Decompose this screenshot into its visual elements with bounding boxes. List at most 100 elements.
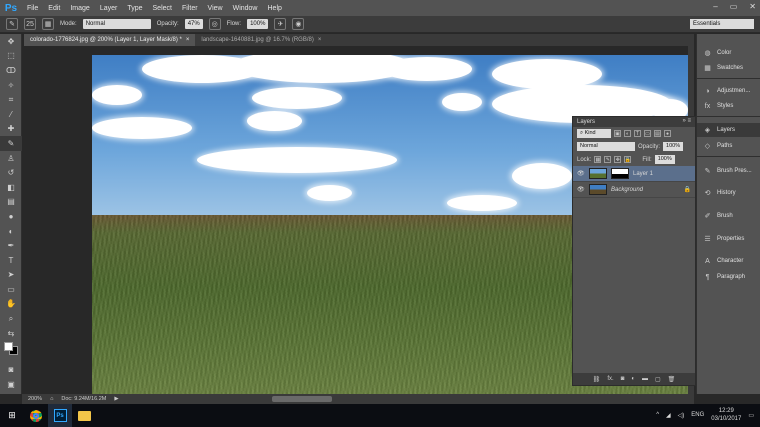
filter-toggle-icon[interactable]: ● bbox=[664, 130, 671, 137]
file-explorer-icon[interactable] bbox=[72, 404, 96, 427]
lock-position-icon[interactable]: ✥ bbox=[614, 156, 622, 163]
dock-layers[interactable]: ◈ Layers bbox=[697, 123, 760, 137]
zoom-level[interactable]: 200% bbox=[28, 396, 42, 402]
chevron-up-icon[interactable]: ^ bbox=[656, 412, 659, 418]
lock-transparent-icon[interactable]: ▦ bbox=[594, 156, 602, 163]
path-select-tool-icon[interactable]: ➤ bbox=[0, 268, 22, 283]
trash-icon[interactable]: 🗑 bbox=[668, 376, 676, 383]
mode-select[interactable]: Normal bbox=[82, 19, 151, 29]
dock-paragraph[interactable]: ¶ Paragraph bbox=[697, 270, 760, 284]
opacity-input[interactable]: 47% bbox=[184, 19, 203, 29]
history-brush-tool-icon[interactable]: ↺ bbox=[0, 165, 22, 180]
lock-all-icon[interactable]: 🔒 bbox=[624, 156, 632, 163]
zoom-tool-icon[interactable]: ⌕ bbox=[0, 311, 22, 326]
workspace-select[interactable]: Essentials bbox=[690, 19, 754, 29]
volume-icon[interactable]: ◁) bbox=[678, 412, 685, 419]
visibility-eye-icon[interactable]: 👁 bbox=[577, 186, 585, 193]
menu-window[interactable]: Window bbox=[228, 5, 263, 12]
crop-tool-icon[interactable]: ⌗ bbox=[0, 92, 22, 107]
pen-tool-icon[interactable]: ✒ bbox=[0, 238, 22, 253]
tab-colorado[interactable]: colorado-1776824.jpg @ 200% (Layer 1, La… bbox=[24, 34, 196, 46]
dock-styles[interactable]: fx Styles bbox=[697, 99, 760, 113]
minimize-button[interactable]: – bbox=[713, 2, 717, 11]
menu-help[interactable]: Help bbox=[263, 5, 287, 12]
lasso-tool-icon[interactable]: ↀ bbox=[0, 63, 22, 78]
lock-image-icon[interactable]: ✎ bbox=[604, 156, 612, 163]
dock-swatches[interactable]: ▦ Swatches bbox=[697, 61, 760, 75]
filter-kind-select[interactable]: ⌕ Kind bbox=[577, 129, 611, 138]
status-arrow-icon[interactable]: ▶ bbox=[114, 396, 118, 402]
filter-type-icon[interactable]: T bbox=[634, 130, 641, 137]
dock-history[interactable]: ⟲ History bbox=[697, 186, 760, 200]
menu-image[interactable]: Image bbox=[65, 5, 94, 12]
dock-brush-presets[interactable]: ✎ Brush Pres... bbox=[697, 164, 760, 178]
menu-layer[interactable]: Layer bbox=[95, 5, 123, 12]
blend-mode-select[interactable]: Normal bbox=[577, 142, 635, 151]
menu-type[interactable]: Type bbox=[122, 5, 147, 12]
dock-adjustments[interactable]: ◑ Adjustmen... bbox=[697, 84, 760, 98]
brush-size-picker[interactable]: 25 bbox=[24, 18, 36, 30]
clone-stamp-tool-icon[interactable]: ♙ bbox=[0, 151, 22, 166]
dock-properties[interactable]: ☰ Properties bbox=[697, 232, 760, 246]
marquee-tool-icon[interactable]: ⬚ bbox=[0, 49, 22, 64]
new-layer-icon[interactable]: ▢ bbox=[655, 376, 661, 383]
filter-shape-icon[interactable]: ▭ bbox=[644, 130, 651, 137]
layers-panel-header[interactable]: Layers » ≡ bbox=[573, 117, 695, 127]
chrome-icon[interactable] bbox=[24, 404, 48, 427]
notifications-icon[interactable]: ▭ bbox=[748, 412, 754, 419]
brush-tool-preset-icon[interactable]: ✎ bbox=[6, 18, 18, 30]
folder-icon[interactable]: ▬ bbox=[642, 376, 648, 382]
windows-start-icon[interactable]: ⊞ bbox=[0, 404, 24, 427]
brush-tool-icon[interactable]: ✎ bbox=[0, 136, 22, 151]
filter-smart-object-icon[interactable]: ▤ bbox=[654, 130, 661, 137]
pressure-opacity-icon[interactable]: ◎ bbox=[208, 18, 221, 30]
adjustment-icon[interactable]: ◐ bbox=[631, 376, 635, 382]
photoshop-taskbar-icon[interactable]: Ps bbox=[48, 404, 72, 427]
close-button[interactable]: ✕ bbox=[749, 2, 756, 11]
flow-input[interactable]: 100% bbox=[247, 19, 269, 29]
export-icon[interactable]: ⌂ bbox=[50, 396, 53, 402]
dock-character[interactable]: A Character bbox=[697, 254, 760, 268]
type-tool-icon[interactable]: T bbox=[0, 253, 22, 268]
dock-paths[interactable]: ◇ Paths bbox=[697, 139, 760, 153]
maximize-button[interactable]: ▭ bbox=[730, 2, 738, 11]
horizontal-scrollbar-thumb[interactable] bbox=[272, 396, 332, 402]
color-swatches[interactable] bbox=[0, 340, 22, 362]
eyedropper-tool-icon[interactable]: ⁄ bbox=[0, 107, 22, 122]
layer-mask-thumbnail[interactable] bbox=[611, 168, 629, 179]
menu-view[interactable]: View bbox=[203, 5, 228, 12]
layer-row-background[interactable]: 👁 Background 🔒 bbox=[573, 182, 695, 198]
mask-icon[interactable]: ◙ bbox=[621, 376, 625, 382]
menu-filter[interactable]: Filter bbox=[177, 5, 203, 12]
layer-fill-input[interactable]: 100% bbox=[654, 155, 675, 164]
menu-select[interactable]: Select bbox=[148, 5, 177, 12]
close-icon[interactable]: × bbox=[186, 37, 190, 43]
screen-mode-icon[interactable]: ▣ bbox=[0, 377, 22, 392]
move-tool-icon[interactable]: ✥ bbox=[0, 34, 22, 49]
panel-menu-icon[interactable]: » ≡ bbox=[682, 118, 691, 124]
menu-edit[interactable]: Edit bbox=[43, 5, 65, 12]
menu-file[interactable]: File bbox=[22, 5, 43, 12]
pressure-size-icon[interactable]: ◉ bbox=[292, 18, 305, 30]
quick-select-tool-icon[interactable]: ✧ bbox=[0, 78, 22, 93]
eraser-tool-icon[interactable]: ◧ bbox=[0, 180, 22, 195]
shape-tool-icon[interactable]: ▭ bbox=[0, 282, 22, 297]
foreground-color-swatch[interactable] bbox=[4, 342, 13, 352]
dock-color[interactable]: ◍ Color bbox=[697, 46, 760, 60]
network-icon[interactable]: ◢ bbox=[666, 412, 671, 419]
language-indicator[interactable]: ENG bbox=[691, 412, 704, 418]
dodge-tool-icon[interactable]: ◐ bbox=[0, 224, 22, 239]
layer-opacity-input[interactable]: 100% bbox=[663, 142, 684, 151]
swap-colors-icon[interactable]: ⇆ bbox=[0, 326, 22, 341]
gradient-tool-icon[interactable]: ▤ bbox=[0, 195, 22, 210]
layer-row-layer-1[interactable]: 👁 Layer 1 bbox=[573, 166, 695, 182]
filter-adjustment-icon[interactable]: ◐ bbox=[624, 130, 631, 137]
healing-brush-tool-icon[interactable]: ✚ bbox=[0, 122, 22, 137]
close-icon[interactable]: × bbox=[318, 37, 322, 43]
blur-tool-icon[interactable]: ● bbox=[0, 209, 22, 224]
fx-icon[interactable]: fx. bbox=[607, 376, 613, 382]
quick-mask-icon[interactable]: ◙ bbox=[0, 362, 22, 377]
brush-panel-toggle-icon[interactable]: ▦ bbox=[42, 18, 54, 30]
dock-brush[interactable]: ✐ Brush bbox=[697, 209, 760, 223]
filter-pixel-icon[interactable]: ▣ bbox=[614, 130, 621, 137]
